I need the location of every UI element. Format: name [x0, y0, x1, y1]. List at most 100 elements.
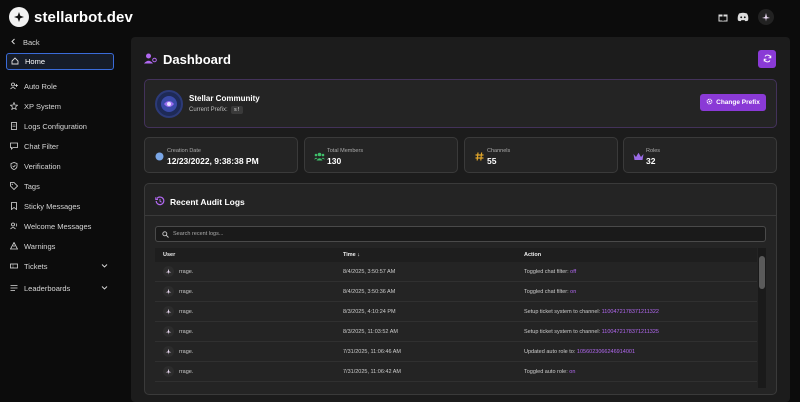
- prefix-label: Current Prefix:: [189, 107, 228, 113]
- action-text: Updated auto role to:: [524, 349, 577, 355]
- action-cell: Setup ticket system to channel: 11004721…: [524, 309, 659, 315]
- action-cell: Toggled chat filter: off: [524, 269, 576, 275]
- user-name: rrage.: [179, 268, 194, 275]
- user-avatar[interactable]: [758, 9, 774, 25]
- user-add-icon: [10, 82, 18, 92]
- search-input[interactable]: [173, 231, 733, 237]
- table-row[interactable]: rrage. 8/4/2025, 3:50:57 AM Toggled chat…: [155, 262, 757, 282]
- action-cell: Setup ticket system to channel: 11004721…: [524, 329, 659, 335]
- action-text: Toggled chat filter:: [524, 289, 571, 295]
- avatar: [163, 326, 174, 337]
- sidebar-item-warnings[interactable]: Warnings: [6, 238, 114, 255]
- user-name: rrage.: [179, 328, 194, 335]
- sidebar-item-auto-role[interactable]: Auto Role: [6, 78, 114, 95]
- server-prefix: Current Prefix: s!: [189, 106, 244, 114]
- action-value: 1056023066246914001: [576, 349, 636, 355]
- gift-icon[interactable]: [718, 12, 728, 22]
- table-row[interactable]: rrage. 7/31/2025, 11:06:42 AM Toggled au…: [155, 362, 757, 382]
- sidebar-item-label: XP System: [24, 102, 61, 111]
- column-time[interactable]: Time ↓: [343, 252, 360, 258]
- table-row[interactable]: rrage. 8/3/2025, 11:03:52 AM Setup ticke…: [155, 322, 757, 342]
- refresh-button[interactable]: [758, 50, 776, 68]
- avatar: [163, 286, 174, 297]
- action-cell: Toggled chat filter: on: [524, 289, 576, 295]
- chevron-down-icon: [101, 284, 108, 293]
- stat-label: Roles: [646, 148, 661, 154]
- change-prefix-label: Change Prefix: [716, 99, 760, 106]
- table-row[interactable]: rrage. 8/4/2025, 3:50:36 AM Toggled chat…: [155, 282, 757, 302]
- sidebar-item-sticky-messages[interactable]: Sticky Messages: [6, 198, 114, 215]
- user-name: rrage.: [179, 308, 194, 315]
- page-title-text: Dashboard: [163, 52, 231, 67]
- action-text: Setup ticket system to channel:: [524, 309, 602, 315]
- avatar: [163, 266, 174, 277]
- chevron-down-icon: [101, 262, 108, 271]
- users-icon: [313, 150, 325, 162]
- logo-icon: [9, 7, 29, 27]
- table-scrollbar[interactable]: [758, 248, 766, 388]
- column-action[interactable]: Action: [524, 252, 541, 258]
- user-cell: rrage.: [163, 286, 193, 297]
- history-icon: [155, 196, 165, 208]
- stat-roles: Roles 32: [623, 137, 777, 173]
- sidebar-item-label: Back: [23, 38, 40, 47]
- logo-text: stellarbot.dev: [34, 8, 133, 26]
- scrollbar-thumb[interactable]: [759, 256, 765, 289]
- action-value: on: [570, 289, 577, 295]
- stat-value: 12/23/2022, 9:38:38 PM: [167, 156, 259, 166]
- discord-icon[interactable]: [737, 12, 749, 22]
- table-row[interactable]: rrage. 7/31/2025, 11:06:46 AM Updated au…: [155, 342, 757, 362]
- user-name: rrage.: [179, 348, 194, 355]
- user-name: rrage.: [179, 368, 194, 375]
- stat-label: Total Members: [327, 148, 364, 154]
- user-cell: rrage.: [163, 306, 193, 317]
- sidebar-item-xp-system[interactable]: XP System: [6, 98, 114, 115]
- sidebar-item-label: Tickets: [24, 262, 48, 271]
- avatar: [163, 346, 174, 357]
- sidebar-item-leaderboards[interactable]: Leaderboards: [6, 280, 114, 297]
- document-icon: [10, 121, 18, 132]
- sidebar-item-tickets[interactable]: Tickets: [6, 258, 114, 275]
- time-cell: 8/3/2025, 11:03:52 AM: [343, 329, 398, 335]
- sidebar-item-verification[interactable]: Verification: [6, 158, 114, 175]
- crown-icon: [632, 150, 644, 162]
- audit-logs-title-text: Recent Audit Logs: [170, 197, 245, 207]
- stat-value: 130: [327, 156, 342, 166]
- sidebar-item-back[interactable]: Back: [6, 34, 114, 51]
- home-icon: [11, 56, 19, 67]
- sidebar-item-home[interactable]: Home: [6, 53, 114, 70]
- user-cell: rrage.: [163, 346, 193, 357]
- sidebar-item-label: Auto Role: [24, 82, 57, 91]
- chevron-left-icon: [10, 38, 17, 47]
- user-wave-icon: [10, 222, 18, 232]
- table-row[interactable]: rrage. 8/3/2025, 4:10:24 PM Setup ticket…: [155, 302, 757, 322]
- change-prefix-button[interactable]: Change Prefix: [700, 94, 766, 111]
- gear-icon: [706, 98, 713, 107]
- page-title: Dashboard: [144, 52, 231, 67]
- server-card: Stellar Community Current Prefix: s! Cha…: [144, 79, 777, 128]
- ticket-icon: [10, 262, 18, 272]
- list-icon: [10, 284, 18, 294]
- sidebar-item-tags[interactable]: Tags: [6, 178, 114, 195]
- action-value: off: [570, 269, 577, 275]
- sidebar-item-label: Chat Filter: [24, 142, 59, 151]
- user-cell: rrage.: [163, 366, 193, 377]
- action-cell: Toggled auto role: on: [524, 369, 575, 375]
- avatar: [163, 306, 174, 317]
- logo[interactable]: stellarbot.dev: [9, 7, 133, 27]
- sidebar-item-label: Leaderboards: [24, 284, 71, 293]
- search-box: [155, 226, 766, 242]
- audit-table: User Time ↓ Action rrage. 8/4/2025, 3:50…: [155, 248, 766, 388]
- sidebar-item-logs-configuration[interactable]: Logs Configuration: [6, 118, 114, 135]
- globe-icon: [153, 150, 165, 162]
- action-text: Toggled auto role:: [524, 369, 570, 375]
- action-value: 1100472178371211325: [601, 329, 659, 335]
- sidebar-item-chat-filter[interactable]: Chat Filter: [6, 138, 114, 155]
- audit-logs-card: Recent Audit Logs User Time ↓ Action rra…: [144, 183, 777, 395]
- column-user[interactable]: User: [163, 252, 175, 258]
- sidebar-item-welcome-messages[interactable]: Welcome Messages: [6, 218, 114, 235]
- user-cell: rrage.: [163, 326, 193, 337]
- table-header: User Time ↓ Action: [155, 248, 757, 262]
- sidebar-item-label: Warnings: [24, 242, 56, 251]
- sidebar-item-label: Verification: [24, 162, 61, 171]
